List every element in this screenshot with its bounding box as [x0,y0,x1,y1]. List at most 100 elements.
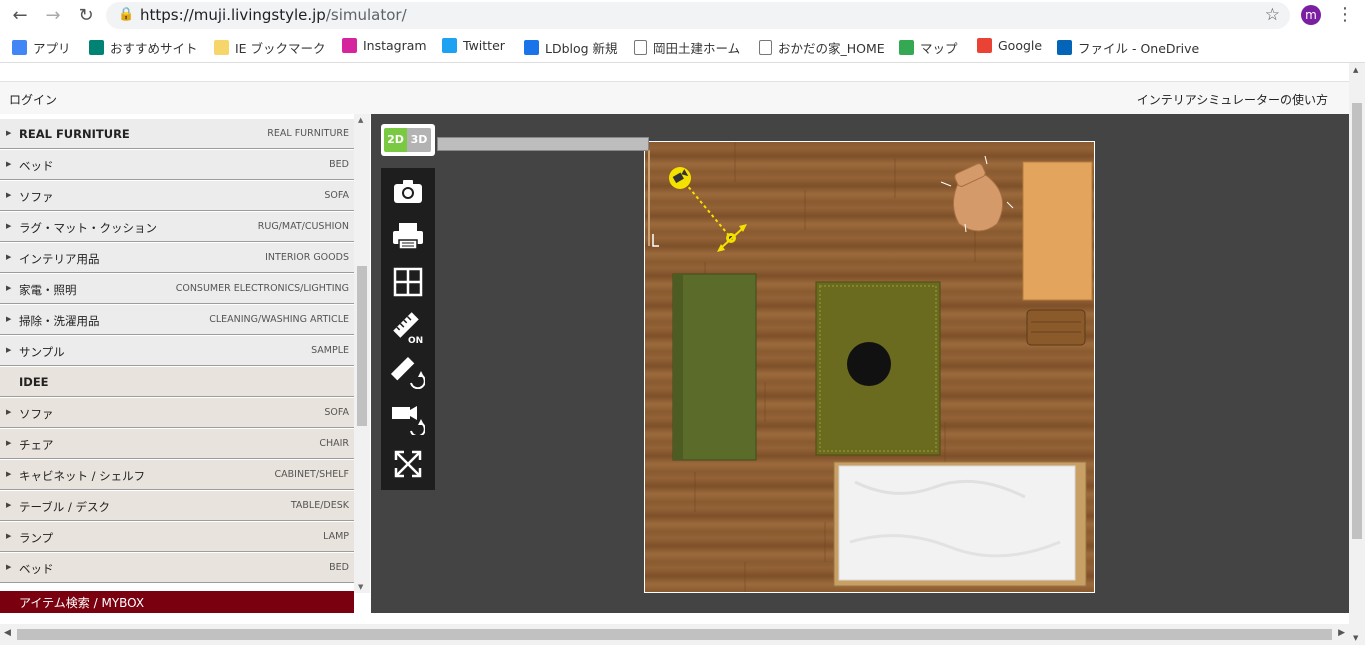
menu-kebab-icon[interactable]: ⋮ [1336,5,1354,25]
room-floor-plan[interactable] [644,141,1095,593]
category-label-jp: 家電・照明 [19,283,77,297]
sidebar-category-item[interactable]: ▶ キャビネット / シェルフ CABINET/SHELF [0,460,354,490]
ruler-on-icon[interactable]: ON [389,308,427,346]
item-search-mybox-bar[interactable]: アイテム検索 / MYBOX [0,591,354,613]
sidebar-scrollbar[interactable]: ▲ ▼ [354,114,370,593]
sidebar-category-item[interactable]: ▶ ソファ SOFA [0,181,354,211]
category-label-jp: IDEE [19,375,49,389]
sidebar-category-item[interactable]: IDEE [0,367,354,397]
url-text[interactable]: https://muji.livingstyle.jp/simulator/ [140,6,407,24]
category-label-jp: REAL FURNITURE [19,127,130,141]
bookmark-label: 岡田土建ホーム [653,41,741,56]
scroll-down-icon[interactable]: ▼ [358,583,363,591]
page-vertical-scrollbar[interactable]: ▲ ▼ [1349,63,1365,645]
grid-icon[interactable] [389,263,427,301]
bookmark-item[interactable]: Twitter [442,38,505,53]
sofa-furniture[interactable] [672,273,757,461]
sidebar-category-item[interactable]: ▶ ベッド BED [0,150,354,180]
bookmark-item[interactable]: おすすめサイト [89,38,198,57]
lock-icon: 🔒 [118,7,135,22]
page-scroll-up-icon[interactable]: ▲ [1353,66,1358,74]
twitter-icon [442,38,457,53]
scroll-up-icon[interactable]: ▲ [358,116,363,124]
bookmark-item[interactable]: Instagram [342,38,427,53]
print-icon[interactable] [389,217,427,255]
bing-icon [89,40,104,55]
category-label-en: CHAIR [319,438,349,449]
caret-right-icon: ▶ [6,129,12,137]
back-arrow-icon[interactable]: ← [9,5,31,27]
sidebar-category-item[interactable]: ▶ 掃除・洗濯用品 CLEANING/WASHING ARTICLE [0,305,354,335]
bookmark-item[interactable]: おかだの家_HOME [759,38,885,57]
fullscreen-icon[interactable] [389,445,427,483]
caret-right-icon: ▶ [6,284,12,292]
category-label-jp: サンプル [19,345,65,359]
caret-right-icon: ▶ [6,563,12,571]
category-label-en: REAL FURNITURE [267,128,349,139]
category-label-en: BED [329,562,349,573]
sidebar-scroll-thumb[interactable] [357,266,367,426]
login-link[interactable]: ログイン [9,91,57,108]
bookmark-item[interactable]: IE ブックマーク [214,38,326,57]
sidebar-category-item[interactable]: ▶ ラグ・マット・クッション RUG/MAT/CUSHION [0,212,354,242]
view-mode-toggle[interactable]: 2D 3D [381,124,435,156]
category-label-jp: ベッド [19,159,54,173]
category-label-jp: 掃除・洗濯用品 [19,314,100,328]
bookmark-label: IE ブックマーク [235,41,326,56]
bookmarks-bar: アプリ おすすめサイト IE ブックマーク Instagram Twitter LDblo… [0,32,1365,63]
sidebar-category-item[interactable]: ▶ ベッド BED [0,553,354,583]
window-element[interactable] [437,137,649,151]
bookmark-star-icon[interactable]: ☆ [1265,5,1280,25]
howto-link[interactable]: インテリアシミュレーターの使い方 [1137,91,1328,108]
bed-furniture[interactable] [833,461,1087,587]
address-bar[interactable]: 🔒 https://muji.livingstyle.jp/simulator/… [106,2,1290,29]
category-label-en: CLEANING/WASHING ARTICLE [209,314,349,325]
bookmark-item[interactable]: ファイル - OneDrive [1057,38,1199,57]
mode-2d-button[interactable]: 2D [384,128,407,152]
bookmark-item[interactable]: マップ [899,38,958,57]
page-scroll-thumb[interactable] [1352,103,1362,539]
bookmark-item[interactable]: Google [977,38,1042,53]
caret-right-icon: ▶ [6,160,12,168]
bookmark-item[interactable]: アプリ [12,38,71,57]
category-label-jp: インテリア用品 [19,252,100,266]
category-label-en: BED [329,159,349,170]
profile-avatar[interactable]: m [1301,5,1321,25]
ruler-rotate-icon[interactable] [389,354,427,392]
bookmark-item[interactable]: 岡田土建ホーム [634,38,740,57]
camera-rotate-icon[interactable] [389,400,427,438]
bookmark-label: Google [998,38,1043,53]
horizontal-scroll-thumb[interactable] [17,629,1332,640]
scroll-right-icon[interactable]: ▶ [1338,628,1345,638]
sidebar-category-item[interactable]: ▶ ランプ LAMP [0,522,354,552]
category-label-en: LAMP [323,531,349,542]
desk-furniture[interactable] [1022,161,1093,301]
caret-right-icon: ▶ [6,532,12,540]
bookmark-label: アプリ [33,41,71,56]
mode-3d-button[interactable]: 3D [407,128,431,152]
sidebar-category-item[interactable]: ▶ テーブル / デスク TABLE/DESK [0,491,354,521]
item-search-label: アイテム検索 / MYBOX [19,596,145,610]
sidebar-category-item[interactable]: ▶ チェア CHAIR [0,429,354,459]
bookmark-item[interactable]: LDblog 新規 [524,38,618,57]
round-table-furniture[interactable] [847,342,891,386]
bookmark-label: マップ [920,41,958,56]
simulator-canvas[interactable]: 2D 3D ON [371,114,1349,613]
sidebar-category-item[interactable]: ▶ サンプル SAMPLE [0,336,354,366]
category-label-en: SOFA [324,407,349,418]
bookmark-label: ファイル - OneDrive [1078,41,1200,56]
page-scroll-down-icon[interactable]: ▼ [1353,634,1358,642]
sidebar-category-item[interactable]: ▶ ソファ SOFA [0,398,354,428]
horizontal-scrollbar[interactable]: ◀ ▶ [0,624,1349,645]
sidebar-category-item[interactable]: ▶ 家電・照明 CONSUMER ELECTRONICS/LIGHTING [0,274,354,304]
category-label-jp: テーブル / デスク [19,500,110,514]
reload-icon[interactable]: ↻ [75,5,97,27]
door-marker [652,234,659,247]
chair-furniture[interactable] [940,155,1014,233]
sidebar-category-item[interactable]: ▶ インテリア用品 INTERIOR GOODS [0,243,354,273]
scroll-left-icon[interactable]: ◀ [4,628,11,638]
forward-arrow-icon[interactable]: → [42,5,64,27]
basket-furniture[interactable] [1026,309,1086,346]
camera-icon[interactable] [389,172,427,210]
sidebar-category-item[interactable]: ▶ REAL FURNITURE REAL FURNITURE [0,119,354,149]
